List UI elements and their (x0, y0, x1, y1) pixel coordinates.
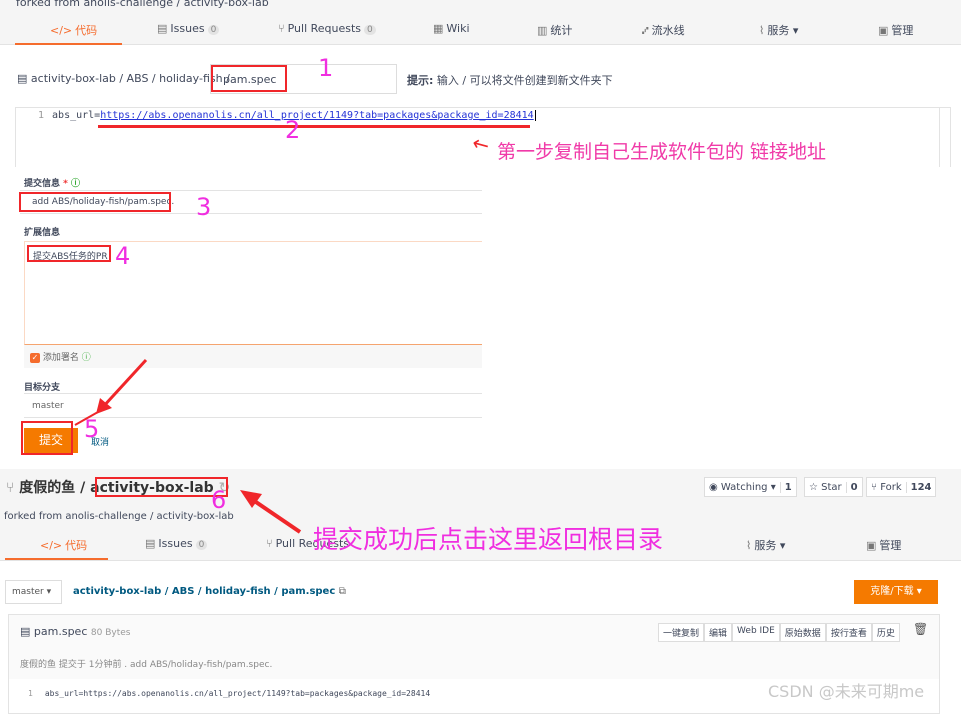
arrow-6 (248, 496, 302, 534)
annotation-arrows (74, 358, 302, 534)
annotation-step6: 提交成功后点击这里返回根目录 (313, 525, 664, 554)
annotation-number-6: 6 (211, 486, 227, 514)
arrow-5a (100, 358, 148, 410)
watermark: CSDN @未来可期me (768, 682, 925, 701)
annotation-box-6 (95, 477, 228, 497)
arrow-5b (74, 411, 99, 426)
